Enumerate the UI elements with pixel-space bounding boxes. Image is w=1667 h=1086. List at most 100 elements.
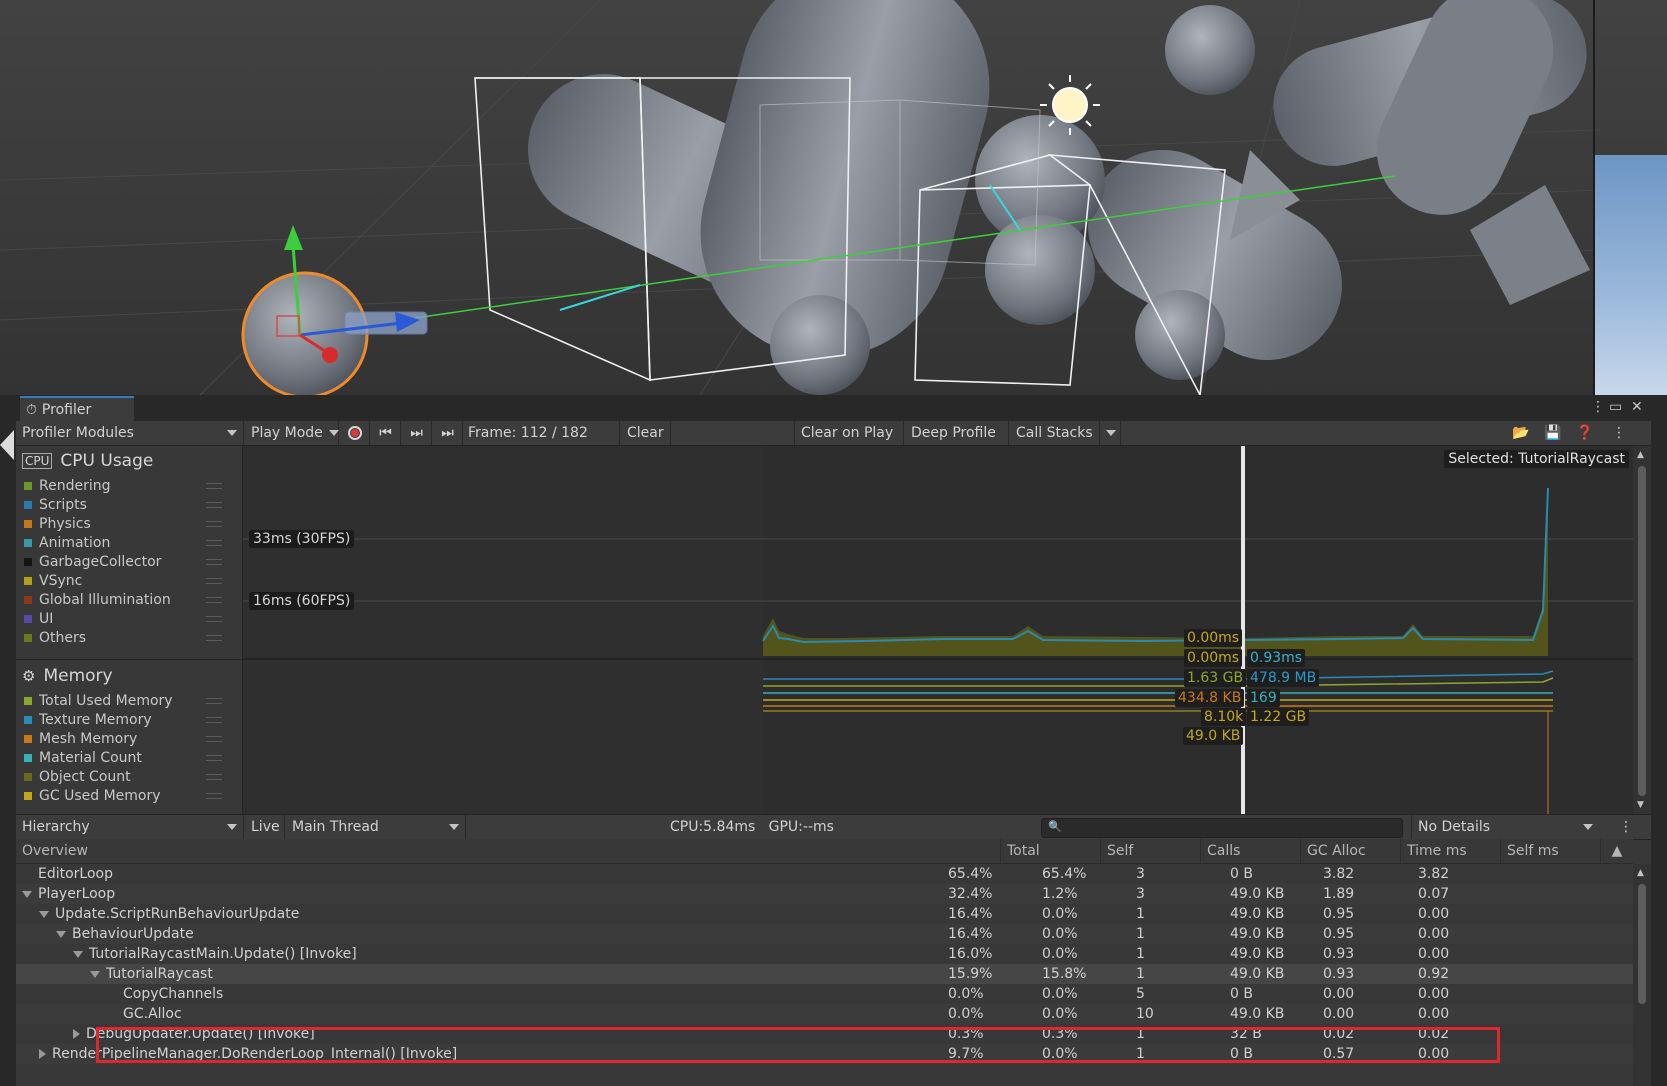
help-button[interactable]: ❓ bbox=[1570, 421, 1600, 445]
column-self-ms[interactable]: Self ms bbox=[1500, 839, 1600, 863]
memory-legend-item[interactable]: GC Used Memory bbox=[24, 786, 161, 805]
drag-handle-icon[interactable] bbox=[206, 521, 222, 527]
scrollbar-thumb[interactable] bbox=[1638, 466, 1646, 796]
drag-handle-icon[interactable] bbox=[206, 597, 222, 603]
maximize-icon[interactable]: ▭ bbox=[1609, 399, 1622, 415]
table-row[interactable]: TutorialRaycast 15.9% 15.8% 1 49.0 KB 0.93 0.9… bbox=[16, 964, 1633, 984]
details-dropdown[interactable]: No Details bbox=[1411, 815, 1601, 839]
play-mode-dropdown[interactable]: Play Mode bbox=[245, 421, 339, 445]
table-row[interactable]: GC.Alloc 0.0% 0.0% 10 49.0 KB 0.00 0.00 bbox=[16, 1004, 1633, 1024]
cpu-legend-item[interactable]: Global Illumination bbox=[24, 590, 171, 609]
legend-label: Animation bbox=[39, 534, 111, 551]
expanded-triangle-icon[interactable] bbox=[73, 950, 83, 958]
drag-handle-icon[interactable] bbox=[206, 774, 222, 780]
expanded-triangle-icon[interactable] bbox=[90, 970, 100, 978]
call-stacks-toggle[interactable]: Call Stacks bbox=[1010, 421, 1100, 445]
collapse-all-button[interactable]: ▲ bbox=[1600, 839, 1633, 863]
scroll-up-icon[interactable]: ▲ bbox=[1637, 450, 1644, 460]
more-options-icon[interactable]: ⋮ bbox=[1591, 399, 1605, 415]
collapsed-triangle-icon[interactable] bbox=[73, 1029, 80, 1039]
collapse-arrow-icon[interactable] bbox=[0, 430, 14, 460]
legend-swatch bbox=[24, 614, 32, 623]
current-frame-button[interactable]: ⏭ bbox=[433, 421, 463, 445]
close-icon[interactable]: ✕ bbox=[1631, 399, 1643, 415]
drag-handle-icon[interactable] bbox=[206, 736, 222, 742]
clear-on-play-toggle[interactable]: Clear on Play bbox=[794, 421, 904, 445]
memory-legend-item[interactable]: Total Used Memory bbox=[24, 691, 173, 710]
cpu-legend-item[interactable]: Rendering bbox=[24, 476, 111, 495]
table-row[interactable]: TutorialRaycastMain.Update() [Invoke] 16.… bbox=[16, 944, 1633, 964]
view-type-dropdown[interactable]: Hierarchy bbox=[16, 815, 244, 839]
collapsed-triangle-icon[interactable] bbox=[39, 1049, 46, 1059]
toolbar-more-button[interactable]: ⋮ bbox=[1604, 421, 1634, 445]
column-self[interactable]: Self bbox=[1100, 839, 1200, 863]
call-stacks-dropdown[interactable] bbox=[1101, 421, 1121, 445]
save-icon: 💾 bbox=[1544, 425, 1562, 441]
scrollbar-thumb[interactable] bbox=[1638, 884, 1646, 1004]
drag-handle-icon[interactable] bbox=[206, 540, 222, 546]
expanded-triangle-icon[interactable] bbox=[22, 890, 32, 898]
cpu-legend-item[interactable]: Animation bbox=[24, 533, 110, 552]
cell-selfms: 0.00 bbox=[1418, 1006, 1450, 1022]
table-row[interactable]: CopyChannels 0.0% 0.0% 5 0 B 0.00 0.00 bbox=[16, 984, 1633, 1004]
drag-handle-icon[interactable] bbox=[206, 793, 222, 799]
cpu-legend-item[interactable]: UI bbox=[24, 609, 53, 628]
column-calls[interactable]: Calls bbox=[1200, 839, 1300, 863]
fps-60-label: 16ms (60FPS) bbox=[249, 592, 355, 610]
drag-handle-icon[interactable] bbox=[206, 502, 222, 508]
tab-profiler[interactable]: ⏱ Profiler bbox=[20, 396, 134, 421]
memory-legend-item[interactable]: Texture Memory bbox=[24, 710, 152, 729]
column-overview[interactable]: Overview bbox=[16, 839, 1000, 863]
memory-legend-item[interactable]: Mesh Memory bbox=[24, 729, 137, 748]
expanded-triangle-icon[interactable] bbox=[56, 930, 66, 938]
drag-handle-icon[interactable] bbox=[206, 559, 222, 565]
drag-handle-icon[interactable] bbox=[206, 483, 222, 489]
drag-handle-icon[interactable] bbox=[206, 698, 222, 704]
details-more-button[interactable]: ⋮ bbox=[1611, 815, 1641, 839]
thread-dropdown[interactable]: Main Thread bbox=[286, 815, 466, 839]
next-frame-button[interactable]: ⏭ bbox=[402, 421, 432, 445]
record-button[interactable] bbox=[340, 421, 370, 445]
memory-legend-item[interactable]: Object Count bbox=[24, 767, 131, 786]
memory-legend-item[interactable]: Material Count bbox=[24, 748, 142, 767]
save-button[interactable]: 💾 bbox=[1538, 421, 1568, 445]
cell-total: 16.0% bbox=[948, 946, 993, 962]
drag-handle-icon[interactable] bbox=[206, 616, 222, 622]
legend-label: Mesh Memory bbox=[39, 730, 138, 747]
column-gc-alloc[interactable]: GC Alloc bbox=[1300, 839, 1400, 863]
search-input[interactable]: 🔍 bbox=[1041, 818, 1403, 838]
cpu-legend-item[interactable]: VSync bbox=[24, 571, 82, 590]
cpu-legend-item[interactable]: Others bbox=[24, 628, 86, 647]
cell-self: 0.0% bbox=[1042, 946, 1078, 962]
table-row[interactable]: BehaviourUpdate 16.4% 0.0% 1 49.0 KB 0.95 0.00 bbox=[16, 924, 1633, 944]
drag-handle-icon[interactable] bbox=[206, 717, 222, 723]
column-total[interactable]: Total bbox=[1000, 839, 1100, 863]
profiler-modules-dropdown[interactable]: Profiler Modules bbox=[16, 421, 244, 445]
memory-module-title[interactable]: ⚙ Memory bbox=[22, 666, 113, 686]
column-time-ms[interactable]: Time ms bbox=[1400, 839, 1500, 863]
hierarchy-scrollbar[interactable]: ▲ bbox=[1633, 864, 1651, 1086]
live-toggle[interactable]: Live bbox=[245, 815, 285, 839]
previous-frame-button[interactable]: ⏮ bbox=[371, 421, 401, 445]
cpu-value-label: 0.00ms bbox=[1184, 629, 1243, 647]
profiler-icon: ⏱ bbox=[26, 401, 37, 418]
table-row[interactable]: EditorLoop 65.4% 65.4% 3 0 B 3.82 3.82 bbox=[16, 864, 1633, 884]
table-row[interactable]: PlayerLoop 32.4% 1.2% 3 49.0 KB 1.89 0.07 bbox=[16, 884, 1633, 904]
expanded-triangle-icon[interactable] bbox=[39, 910, 49, 918]
clear-button[interactable]: Clear bbox=[621, 421, 671, 445]
table-row[interactable]: Update.ScriptRunBehaviourUpdate 16.4% 0.0%… bbox=[16, 904, 1633, 924]
cpu-legend-item[interactable]: GarbageCollector bbox=[24, 552, 161, 571]
cpu-module-title[interactable]: CPU CPU Usage bbox=[22, 451, 153, 471]
deep-profile-toggle[interactable]: Deep Profile bbox=[905, 421, 1009, 445]
profiler-charts[interactable]: 33ms (30FPS) 16ms (60FPS) Selected: Tuto… bbox=[243, 446, 1633, 814]
scroll-up-icon[interactable]: ▲ bbox=[1637, 868, 1644, 878]
scroll-down-icon[interactable]: ▼ bbox=[1637, 800, 1644, 810]
drag-handle-icon[interactable] bbox=[206, 635, 222, 641]
cpu-legend-item[interactable]: Physics bbox=[24, 514, 91, 533]
drag-handle-icon[interactable] bbox=[206, 578, 222, 584]
load-button[interactable]: 📂 bbox=[1506, 421, 1536, 445]
chart-scrollbar[interactable]: ▲ ▼ bbox=[1633, 446, 1651, 814]
scene-view[interactable] bbox=[0, 0, 1667, 395]
drag-handle-icon[interactable] bbox=[206, 755, 222, 761]
cpu-legend-item[interactable]: Scripts bbox=[24, 495, 87, 514]
